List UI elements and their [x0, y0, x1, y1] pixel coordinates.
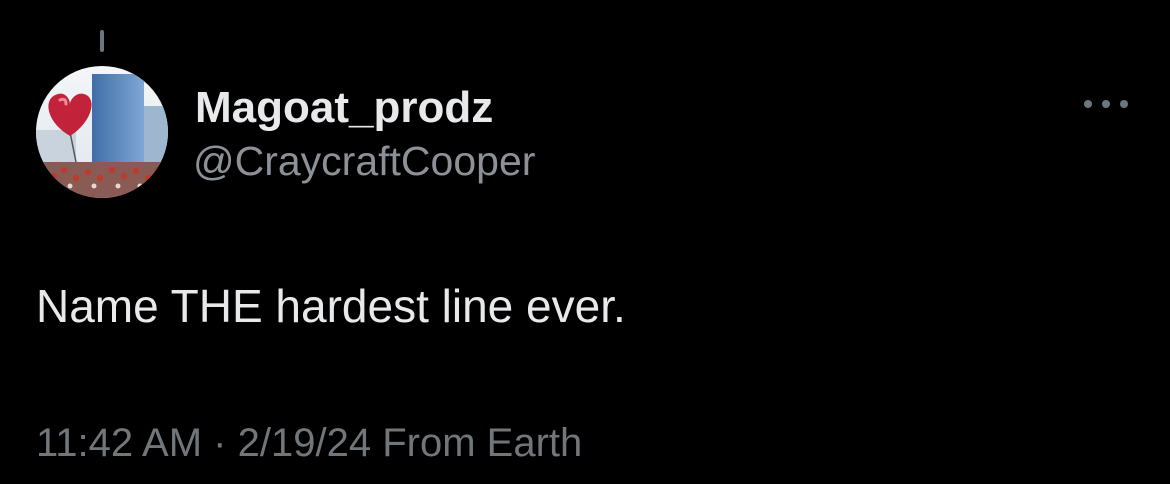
display-name[interactable]: Magoat_prodz: [195, 82, 493, 134]
tweet-time[interactable]: 11:42 AM: [36, 421, 202, 465]
more-dot: [1084, 100, 1092, 108]
tweet-metadata: 11:42 AM · 2/19/24 From Earth: [36, 418, 582, 468]
more-dot: [1102, 100, 1110, 108]
more-horizontal-icon[interactable]: [1080, 92, 1132, 116]
meta-separator: ·: [213, 421, 227, 465]
avatar-image: [36, 66, 168, 198]
more-dot: [1120, 100, 1128, 108]
tweet-date[interactable]: 2/19/24: [238, 421, 371, 465]
thread-connector-line: [100, 30, 104, 52]
avatar[interactable]: [36, 66, 168, 198]
user-handle[interactable]: @CraycraftCooper: [193, 136, 535, 186]
tweet-text: Name THE hardest line ever.: [36, 280, 626, 332]
tweet-source: From Earth: [382, 421, 583, 465]
